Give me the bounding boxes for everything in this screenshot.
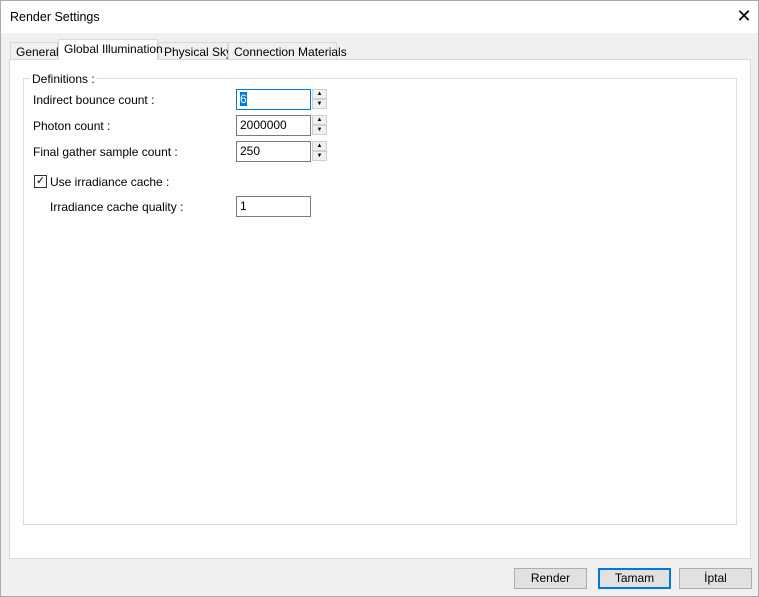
spin-up-icon[interactable]: ▲ [312, 89, 327, 99]
close-icon[interactable]: ✕ [731, 5, 757, 29]
use-irradiance-label[interactable]: Use irradiance cache : [50, 175, 169, 189]
irradiance-quality-label: Irradiance cache quality : [50, 200, 184, 214]
tab-physical-sky[interactable]: Physical Sky [158, 42, 232, 60]
spin-up-icon[interactable]: ▲ [312, 141, 327, 151]
photon-count-input[interactable]: 2000000 [236, 115, 311, 136]
tab-connection-materials[interactable]: Connection Materials [228, 42, 347, 60]
final-gather-spinner[interactable]: ▲ ▼ [312, 141, 327, 161]
spin-down-icon[interactable]: ▼ [312, 125, 327, 135]
cancel-button[interactable]: İptal [679, 568, 752, 589]
use-irradiance-checkbox[interactable]: ✓ [34, 175, 47, 188]
spin-down-icon[interactable]: ▼ [312, 151, 327, 161]
indirect-bounce-spinner[interactable]: ▲ ▼ [312, 89, 327, 109]
selected-text: 6 [240, 92, 247, 106]
spin-down-icon[interactable]: ▼ [312, 99, 327, 109]
final-gather-input[interactable]: 250 [236, 141, 311, 162]
tab-general[interactable]: General [10, 42, 59, 60]
spin-up-icon[interactable]: ▲ [312, 115, 327, 125]
title-bar [1, 1, 758, 33]
photon-count-spinner[interactable]: ▲ ▼ [312, 115, 327, 135]
ok-button[interactable]: Tamam [598, 568, 671, 589]
indirect-bounce-label: Indirect bounce count : [33, 93, 155, 107]
photon-count-label: Photon count : [33, 119, 111, 133]
final-gather-label: Final gather sample count : [33, 145, 178, 159]
window-title: Render Settings [10, 10, 100, 24]
group-label: Definitions : [30, 72, 97, 86]
render-button[interactable]: Render [514, 568, 587, 589]
irradiance-quality-input[interactable]: 1 [236, 196, 311, 217]
tab-global-illumination[interactable]: Global Illumination [58, 39, 163, 60]
indirect-bounce-input[interactable]: 6 [236, 89, 311, 110]
